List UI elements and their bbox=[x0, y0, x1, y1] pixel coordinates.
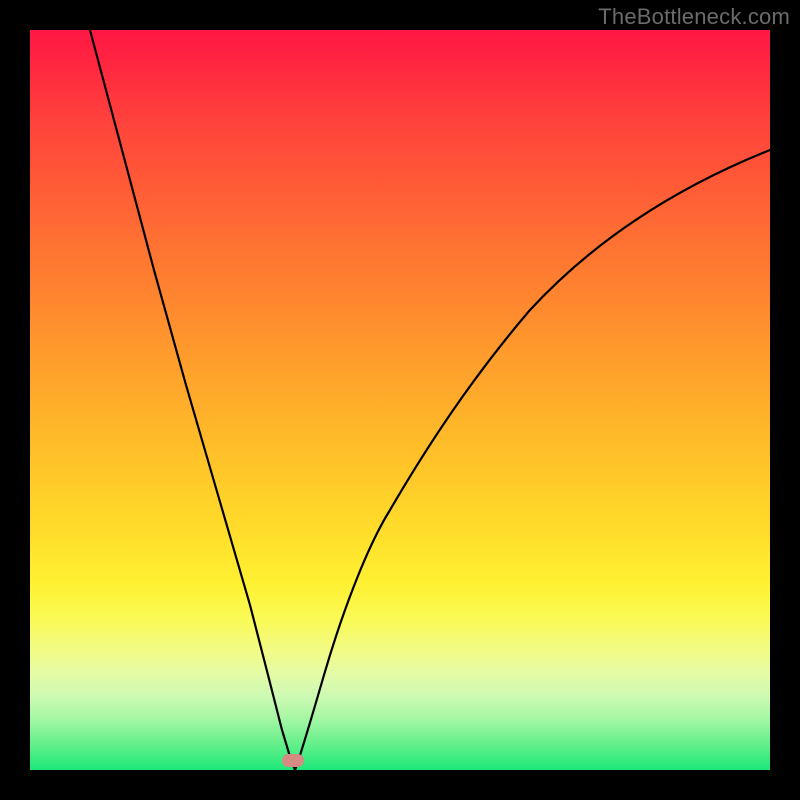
min-point-marker bbox=[282, 754, 304, 767]
watermark-text: TheBottleneck.com bbox=[598, 4, 790, 30]
outer-black-frame: TheBottleneck.com bbox=[0, 0, 800, 800]
plot-area bbox=[30, 30, 770, 770]
bottleneck-curve bbox=[30, 30, 770, 770]
